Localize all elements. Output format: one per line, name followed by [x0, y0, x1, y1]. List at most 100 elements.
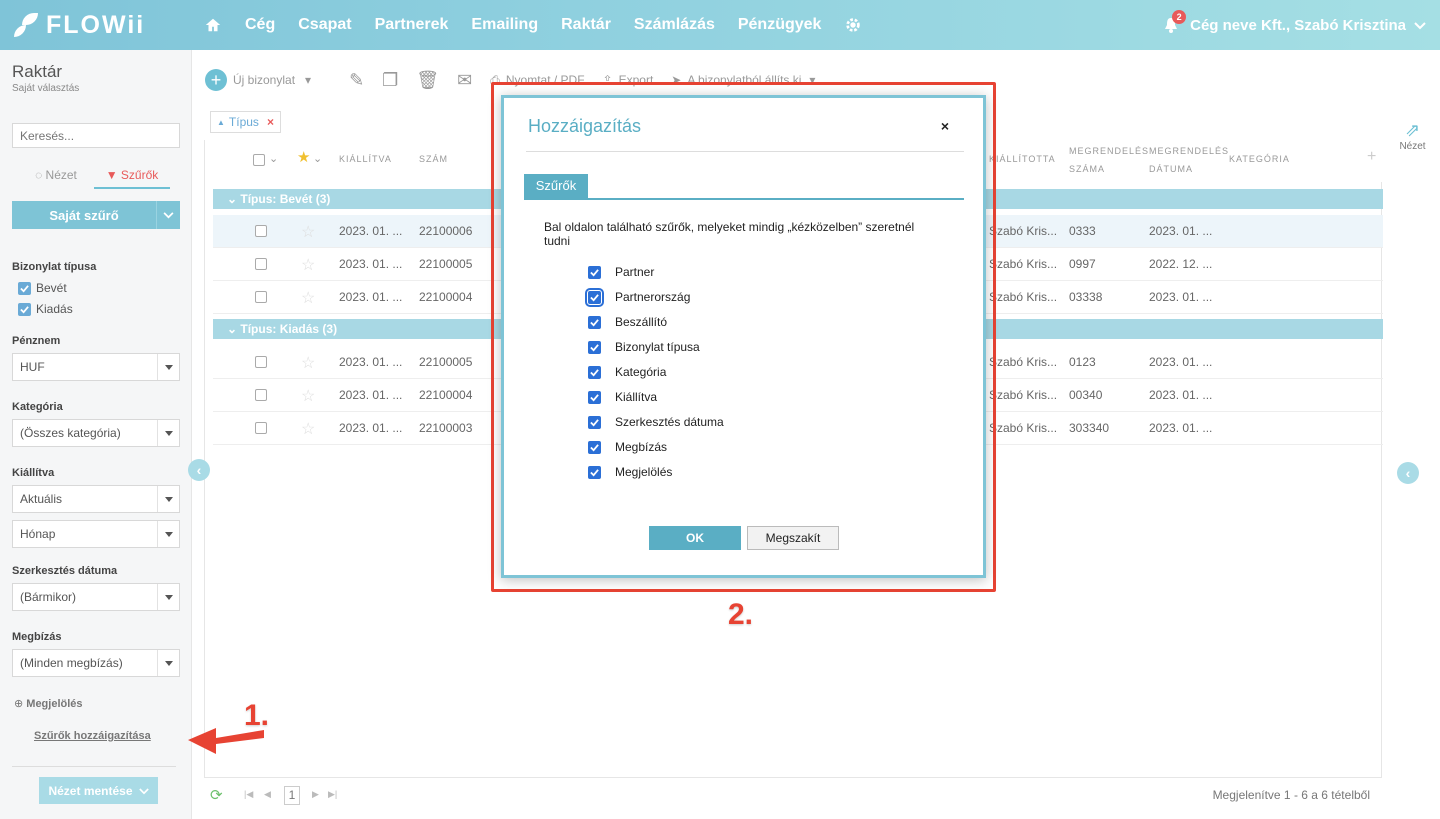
- page-number[interactable]: 1: [284, 786, 300, 805]
- prev-page-icon[interactable]: ◀: [264, 789, 271, 800]
- checkbox-checked-icon[interactable]: [588, 465, 601, 479]
- cancel-button[interactable]: Megszakít: [747, 526, 839, 550]
- dropdown-arrow-icon[interactable]: [157, 584, 179, 610]
- filter-option-marking[interactable]: Megjelölés: [588, 465, 672, 479]
- col-issued-by[interactable]: KIÁLLÍTOTTA: [989, 150, 1056, 168]
- dropdown-arrow-icon[interactable]: [157, 420, 179, 446]
- filter-option-edit-date[interactable]: Szerkesztés dátuma: [588, 415, 724, 429]
- dropdown-arrow-icon[interactable]: [157, 521, 179, 547]
- currency-select[interactable]: HUF: [12, 353, 180, 381]
- dropdown-arrow-icon[interactable]: [157, 650, 179, 676]
- filter-option-assignment[interactable]: Megbízás: [588, 440, 667, 454]
- chevron-down-icon[interactable]: ⌄: [269, 150, 279, 168]
- save-view-button[interactable]: Nézet mentése: [39, 777, 158, 804]
- copy-icon[interactable]: ❐: [382, 70, 398, 91]
- tab-filters[interactable]: Szűrők: [524, 174, 588, 198]
- filter-option-doc-type[interactable]: Bizonylat típusa: [588, 340, 700, 354]
- group-label: Típus: Kiadás (3): [240, 322, 338, 336]
- star-icon[interactable]: ☆: [301, 419, 315, 439]
- nav-partnerek[interactable]: Partnerek: [375, 16, 449, 34]
- assign-filters-link[interactable]: Szűrők hozzáigazítása: [34, 730, 151, 742]
- checkbox-checked-icon[interactable]: [588, 415, 601, 429]
- checkbox-checked-icon[interactable]: [585, 287, 604, 307]
- issued-select[interactable]: Aktuális: [12, 485, 180, 513]
- checkbox-checked-icon[interactable]: [588, 440, 601, 454]
- checkbox-checked-icon[interactable]: [18, 302, 31, 316]
- issued-period-select[interactable]: Hónap: [12, 520, 180, 548]
- edit-date-select[interactable]: (Bármikor): [12, 583, 180, 611]
- assignment-select[interactable]: (Minden megbízás): [12, 649, 180, 677]
- checkbox-checked-icon[interactable]: [588, 340, 601, 354]
- filter-option-category[interactable]: Kategória: [588, 365, 666, 379]
- row-checkbox[interactable]: [255, 225, 267, 237]
- tab-filters[interactable]: ▼ Szűrők: [94, 165, 170, 189]
- checkbox-checked-icon[interactable]: [588, 315, 601, 329]
- chevron-down-icon[interactable]: [156, 201, 180, 229]
- row-checkbox[interactable]: [255, 422, 267, 434]
- row-checkbox[interactable]: [255, 258, 267, 270]
- own-filter-button[interactable]: Saját szűrő: [12, 201, 180, 229]
- first-page-icon[interactable]: |◀: [244, 789, 253, 800]
- new-document-button[interactable]: + Új bizonylat ▾: [205, 69, 311, 91]
- col-number[interactable]: SZÁM: [419, 150, 448, 168]
- col-category[interactable]: KATEGÓRIA: [1229, 150, 1290, 168]
- checkbox-checked-icon[interactable]: [588, 390, 601, 404]
- star-icon[interactable]: ☆: [301, 222, 315, 242]
- filter-option-partner-country[interactable]: Partnerország: [585, 287, 690, 307]
- star-icon[interactable]: ☆: [301, 386, 315, 406]
- nav-emailing[interactable]: Emailing: [471, 16, 538, 34]
- dropdown-arrow-icon[interactable]: [157, 354, 179, 380]
- checkbox-checked-icon[interactable]: [588, 265, 601, 279]
- category-select[interactable]: (Összes kategória): [12, 419, 180, 447]
- email-icon[interactable]: ✉: [457, 70, 472, 91]
- row-checkbox[interactable]: [255, 389, 267, 401]
- star-icon[interactable]: ☆: [301, 255, 315, 275]
- search-input[interactable]: [12, 123, 180, 148]
- col-issued[interactable]: KIÁLLÍTVA: [339, 150, 392, 168]
- chevron-down-icon[interactable]: [1414, 17, 1426, 34]
- doc-type-kiadas[interactable]: Kiadás: [18, 302, 73, 316]
- tab-view[interactable]: ◌ Nézet: [18, 165, 94, 189]
- nav-raktar[interactable]: Raktár: [561, 16, 611, 34]
- trash-icon[interactable]: 🗑: [416, 70, 439, 91]
- marking-toggle[interactable]: ⊕ Megjelölés: [14, 697, 83, 710]
- user-menu[interactable]: 2 Cég neve Kft., Szabó Krisztina: [1162, 0, 1426, 50]
- col-order-date[interactable]: MEGRENDELÉS DÁTUMA: [1149, 142, 1229, 178]
- nav-szamlazas[interactable]: Számlázás: [634, 16, 715, 34]
- bell-icon[interactable]: 2: [1162, 10, 1187, 34]
- star-icon[interactable]: ☆: [301, 353, 315, 373]
- add-column-icon[interactable]: +: [1367, 148, 1377, 166]
- doc-type-bevet[interactable]: Bevét: [18, 281, 67, 295]
- checkbox-checked-icon[interactable]: [588, 365, 601, 379]
- filter-option-partner[interactable]: Partner: [588, 265, 654, 279]
- filter-option-supplier[interactable]: Beszállító: [588, 315, 667, 329]
- col-order-date-line2: DÁTUMA: [1149, 164, 1193, 174]
- nav-ceg[interactable]: Cég: [245, 16, 275, 34]
- refresh-icon[interactable]: ⟳: [210, 786, 223, 804]
- logo[interactable]: FLOWii: [12, 9, 145, 41]
- remove-filter-icon[interactable]: ×: [267, 115, 274, 129]
- view-panel-toggle[interactable]: ⇗ Nézet: [1390, 120, 1435, 152]
- collapse-left-icon[interactable]: ‹: [188, 459, 210, 481]
- ok-button[interactable]: OK: [649, 526, 741, 550]
- collapse-right-icon[interactable]: ‹: [1397, 462, 1419, 484]
- nav-penzugyek[interactable]: Pénzügyek: [738, 16, 822, 34]
- last-page-icon[interactable]: ▶|: [328, 789, 337, 800]
- star-icon[interactable]: ★: [297, 149, 311, 167]
- dropdown-arrow-icon[interactable]: [157, 486, 179, 512]
- star-icon[interactable]: ☆: [301, 288, 315, 308]
- row-checkbox[interactable]: [255, 356, 267, 368]
- filter-option-issued[interactable]: Kiállítva: [588, 390, 657, 404]
- checkbox-checked-icon[interactable]: [18, 281, 31, 295]
- edit-icon[interactable]: ✎: [349, 70, 364, 91]
- gear-icon[interactable]: [844, 16, 862, 34]
- row-checkbox[interactable]: [255, 291, 267, 303]
- col-order-no[interactable]: MEGRENDELÉS SZÁMA: [1069, 142, 1149, 178]
- type-filter-chip[interactable]: ▲ Típus ×: [210, 111, 281, 133]
- home-icon[interactable]: [204, 16, 222, 34]
- nav-csapat[interactable]: Csapat: [298, 16, 351, 34]
- chevron-down-icon[interactable]: ⌄: [313, 150, 323, 168]
- close-icon[interactable]: ×: [941, 118, 949, 134]
- select-all-checkbox[interactable]: [253, 154, 265, 166]
- next-page-icon[interactable]: ▶: [312, 789, 319, 800]
